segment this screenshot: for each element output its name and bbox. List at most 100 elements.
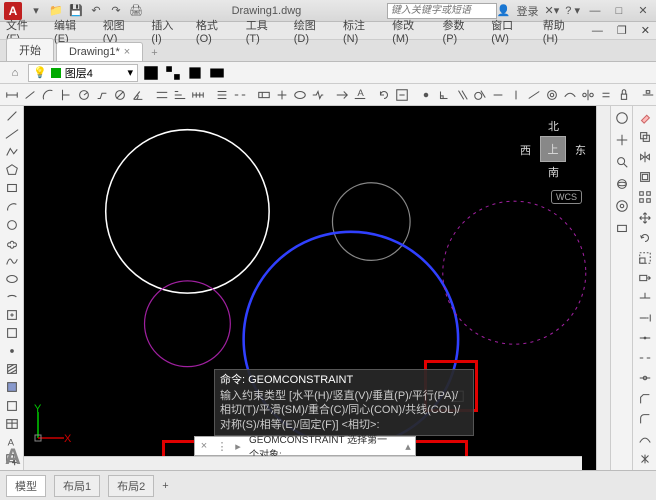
spline-icon[interactable] <box>2 253 22 269</box>
extend-icon[interactable] <box>635 309 655 327</box>
trim-icon[interactable] <box>635 289 655 307</box>
offset-icon[interactable] <box>635 168 655 186</box>
menu-view[interactable]: 视图(V) <box>103 17 138 45</box>
dimstyle-icon[interactable] <box>394 85 410 105</box>
center-mark-icon[interactable] <box>274 85 290 105</box>
join-icon[interactable] <box>635 369 655 387</box>
con-fix-icon[interactable] <box>616 85 632 105</box>
help-icon[interactable]: ? ▾ <box>565 4 580 17</box>
ellipse-arc-icon[interactable] <box>2 289 22 305</box>
dyninput-icon[interactable]: A <box>2 444 24 470</box>
drawing-canvas[interactable]: Y X 北 西 上 东 南 WCS 命令: GEOMCONSTRAINT 输入约… <box>24 106 596 470</box>
status-layout1[interactable]: 布局1 <box>54 475 100 497</box>
layer-home-icon[interactable]: ⌂ <box>6 64 24 82</box>
dim-baseline-icon[interactable] <box>172 85 188 105</box>
con-tangent-icon[interactable] <box>472 85 488 105</box>
exchange-icon[interactable]: ✕▾ <box>545 4 560 17</box>
table-icon[interactable] <box>2 416 22 432</box>
dim-angular-icon[interactable] <box>130 85 146 105</box>
close-icon[interactable]: ✕ <box>634 4 652 18</box>
nav-wheel-icon[interactable] <box>612 196 632 216</box>
dim-update-icon[interactable] <box>376 85 392 105</box>
con-horizontal-icon[interactable] <box>490 85 506 105</box>
rotate-icon[interactable] <box>635 229 655 247</box>
break-point-icon[interactable] <box>635 329 655 347</box>
wcs-badge[interactable]: WCS <box>551 190 582 204</box>
erase-icon[interactable] <box>635 108 655 126</box>
dim-ordinate-icon[interactable] <box>58 85 74 105</box>
cmdline-handle-icon[interactable]: ⋮ <box>213 440 231 453</box>
chamfer-icon[interactable] <box>635 390 655 408</box>
maximize-icon[interactable]: □ <box>610 4 628 18</box>
con-coincident-icon[interactable] <box>418 85 434 105</box>
copy-icon[interactable] <box>635 128 655 146</box>
point-icon[interactable] <box>2 343 22 359</box>
dim-aligned-icon[interactable] <box>22 85 38 105</box>
viewcube-west[interactable]: 西 <box>520 142 531 158</box>
polyline-icon[interactable] <box>2 144 22 160</box>
minimize-icon[interactable]: — <box>586 4 604 18</box>
con-concentric-icon[interactable] <box>544 85 560 105</box>
layer-prev-icon[interactable] <box>186 64 204 82</box>
scale-icon[interactable] <box>635 249 655 267</box>
menu-tools[interactable]: 工具(T) <box>246 17 280 45</box>
fillet-icon[interactable] <box>635 410 655 428</box>
dim-tedit-icon[interactable]: A <box>352 85 368 105</box>
cmdline-close-icon[interactable]: × <box>195 440 213 452</box>
nav-zoom-icon[interactable] <box>612 152 632 172</box>
viewcube-top[interactable]: 上 <box>540 136 566 162</box>
cmdline-dropdown-icon[interactable]: ▴ <box>401 440 415 453</box>
h-scrollbar[interactable] <box>24 456 582 470</box>
dim-edit-icon[interactable] <box>334 85 350 105</box>
con-equal-icon[interactable] <box>598 85 614 105</box>
stretch-icon[interactable] <box>635 269 655 287</box>
arc-icon[interactable] <box>2 198 22 214</box>
menu-insert[interactable]: 插入(I) <box>151 17 182 45</box>
rectangle-icon[interactable] <box>2 180 22 196</box>
command-line[interactable]: × ⋮ ▸ GEOMCONSTRAINT 选择第一个对象: ▴ <box>194 436 416 456</box>
dim-jogged-icon[interactable] <box>94 85 110 105</box>
doc-close-icon[interactable]: ✕ <box>641 24 650 37</box>
menu-param[interactable]: 参数(P) <box>443 17 478 45</box>
ellipse-icon[interactable] <box>2 271 22 287</box>
dim-quick-icon[interactable] <box>154 85 170 105</box>
tab-drawing1[interactable]: Drawing1*× <box>56 42 143 61</box>
view-cube[interactable]: 北 西 上 东 南 <box>518 114 588 184</box>
dim-continue-icon[interactable] <box>190 85 206 105</box>
con-symmetric-icon[interactable] <box>580 85 596 105</box>
jog-line-icon[interactable] <box>310 85 326 105</box>
hatch-icon[interactable] <box>2 361 22 377</box>
login-icon[interactable]: 👤 <box>497 4 511 17</box>
mirror-icon[interactable] <box>635 148 655 166</box>
dim-break-icon[interactable] <box>232 85 248 105</box>
v-scrollbar[interactable] <box>596 106 610 470</box>
menu-edit[interactable]: 编辑(E) <box>54 17 89 45</box>
tolerance-icon[interactable] <box>256 85 272 105</box>
layer-state-icon[interactable] <box>208 64 226 82</box>
revcloud-icon[interactable] <box>2 235 22 251</box>
xline-icon[interactable] <box>2 126 22 142</box>
dim-space-icon[interactable] <box>214 85 230 105</box>
inspect-icon[interactable] <box>292 85 308 105</box>
region-icon[interactable] <box>2 398 22 414</box>
nav-pan-icon[interactable] <box>612 130 632 150</box>
move-icon[interactable] <box>635 209 655 227</box>
insert-block-icon[interactable] <box>2 307 22 323</box>
menu-window[interactable]: 窗口(W) <box>491 17 529 45</box>
dim-con-linear-icon[interactable] <box>640 85 656 105</box>
status-add-layout-icon[interactable]: + <box>162 480 168 492</box>
nav-full-icon[interactable] <box>612 108 632 128</box>
menu-draw[interactable]: 绘图(D) <box>294 17 329 45</box>
polygon-icon[interactable] <box>2 162 22 178</box>
dim-arc-icon[interactable] <box>40 85 56 105</box>
menu-dim[interactable]: 标注(N) <box>343 17 378 45</box>
array-icon[interactable] <box>635 188 655 206</box>
make-block-icon[interactable] <box>2 325 22 341</box>
nav-showmotion-icon[interactable] <box>612 218 632 238</box>
tab-start[interactable]: 开始 <box>6 38 54 61</box>
dim-radius-icon[interactable] <box>76 85 92 105</box>
status-model[interactable]: 模型 <box>6 475 46 497</box>
con-vertical-icon[interactable] <box>508 85 524 105</box>
gradient-icon[interactable] <box>2 379 22 395</box>
blend-icon[interactable] <box>635 430 655 448</box>
